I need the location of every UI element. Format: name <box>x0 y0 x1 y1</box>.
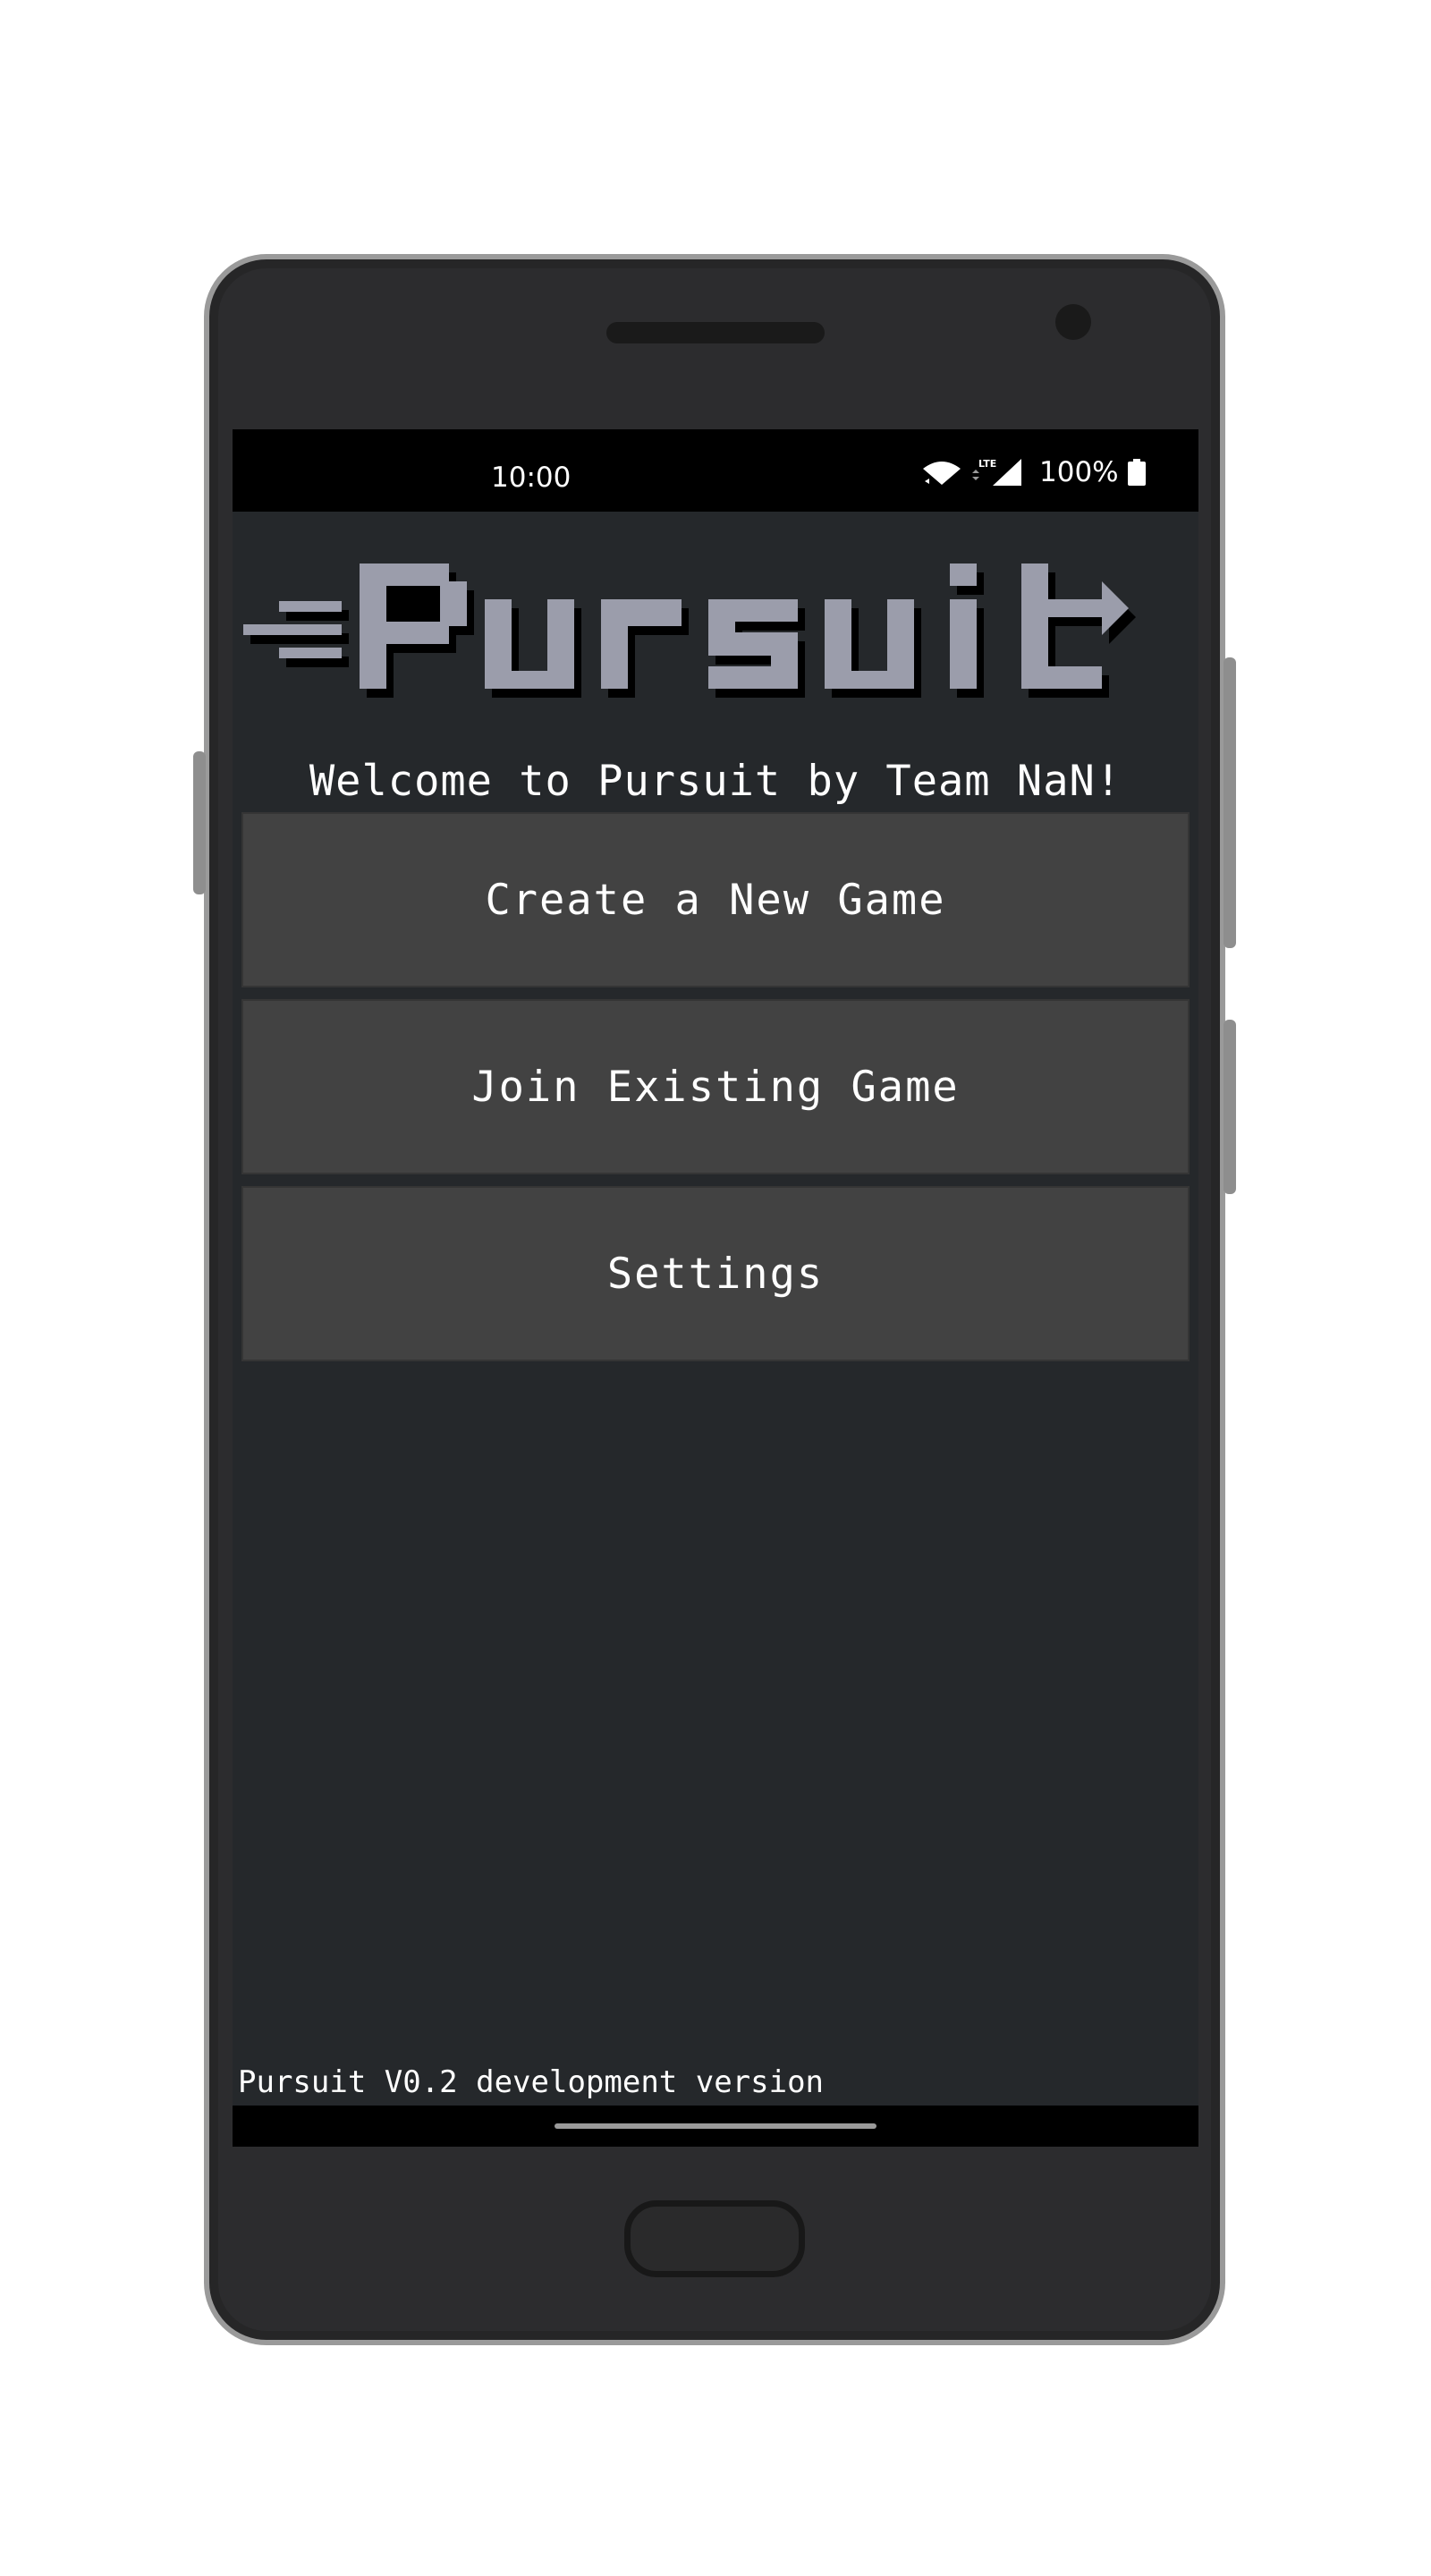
join-game-button[interactable]: Join Existing Game <box>241 999 1190 1174</box>
front-camera <box>1055 304 1091 340</box>
wifi-icon <box>923 462 961 485</box>
version-text: Pursuit V0.2 development version <box>238 2064 825 2100</box>
signal-icon: LTE <box>972 458 1021 486</box>
home-button[interactable] <box>624 2200 805 2277</box>
home-handle[interactable] <box>555 2123 876 2129</box>
status-icons: LTE 100% <box>921 456 1146 488</box>
side-button <box>1224 1020 1236 1194</box>
status-time: 10:00 <box>491 462 572 494</box>
create-game-button[interactable]: Create a New Game <box>241 812 1190 987</box>
volume-button <box>193 751 206 894</box>
power-button <box>1224 657 1236 948</box>
network-type-label: LTE <box>978 458 996 470</box>
settings-button[interactable]: Settings <box>241 1186 1190 1361</box>
battery-icon <box>1127 459 1146 486</box>
screen: 10:00 LTE 100% Welcome to Pursuit by Tea… <box>233 429 1198 2147</box>
earpiece-speaker <box>606 322 825 343</box>
pursuit-logo <box>243 564 1136 698</box>
battery-percentage: 100% <box>1039 456 1119 488</box>
status-bar: 10:00 LTE 100% <box>233 429 1198 512</box>
welcome-text: Welcome to Pursuit by Team NaN! <box>309 757 1122 806</box>
navigation-bar <box>233 2106 1198 2147</box>
